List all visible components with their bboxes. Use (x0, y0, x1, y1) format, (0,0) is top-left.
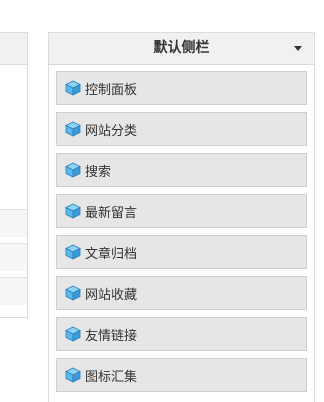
default-sidebar: 默认侧栏 控制面板 网站分类 搜索 最新留言 文章归档 网站收藏 友情链接 图标… (48, 32, 315, 402)
caret-down-icon[interactable] (294, 46, 302, 51)
cube-icon (65, 162, 81, 178)
cube-icon (65, 285, 81, 301)
sidebar-item-label: 网站分类 (85, 123, 138, 139)
left-panel-row (0, 209, 27, 237)
sidebar-item-label: 友情链接 (85, 328, 138, 344)
left-panel-row (0, 277, 27, 305)
sidebar-item-site-categories[interactable]: 网站分类 (56, 112, 307, 146)
sidebar-item-archives[interactable]: 文章归档 (56, 235, 307, 269)
cube-icon (65, 203, 81, 219)
sidebar-item-label: 文章归档 (85, 246, 138, 262)
sidebar-item-control-panel[interactable]: 控制面板 (56, 71, 307, 105)
sidebar-item-icon-collection[interactable]: 图标汇集 (56, 358, 307, 392)
sidebar-item-label: 控制面板 (85, 82, 138, 98)
cube-icon (65, 367, 81, 383)
sidebar-item-label: 最新留言 (85, 205, 138, 221)
left-panel (0, 32, 28, 318)
sidebar-title: 默认侧栏 (153, 40, 210, 56)
sidebar-item-label: 图标汇集 (85, 369, 138, 385)
sidebar-item-label: 网站收藏 (85, 287, 138, 303)
sidebar-item-list: 控制面板 网站分类 搜索 最新留言 文章归档 网站收藏 友情链接 图标汇集 (49, 65, 314, 392)
cube-icon (65, 121, 81, 137)
sidebar-item-friend-links[interactable]: 友情链接 (56, 317, 307, 351)
sidebar-item-label: 搜索 (85, 164, 112, 180)
cube-icon (65, 326, 81, 342)
cube-icon (65, 80, 81, 96)
sidebar-item-search[interactable]: 搜索 (56, 153, 307, 187)
sidebar-header: 默认侧栏 (49, 33, 314, 65)
left-panel-header (0, 33, 27, 65)
left-panel-row (0, 243, 27, 271)
sidebar-item-bookmarks[interactable]: 网站收藏 (56, 276, 307, 310)
sidebar-item-latest-comments[interactable]: 最新留言 (56, 194, 307, 228)
cube-icon (65, 244, 81, 260)
